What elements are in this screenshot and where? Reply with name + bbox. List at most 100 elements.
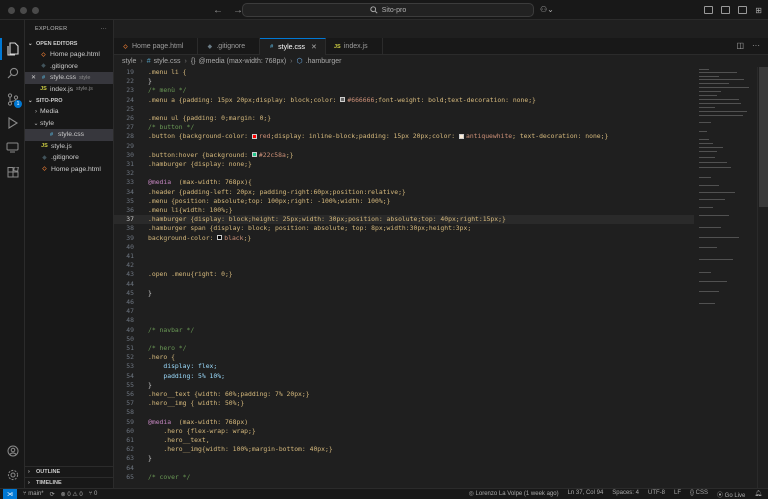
remote-indicator-icon[interactable]: ⋊ <box>3 488 17 499</box>
maximize-window-button[interactable] <box>32 6 39 14</box>
explorer-more-actions-icon[interactable]: ··· <box>101 26 107 32</box>
code-token: @media <box>148 178 172 187</box>
more-actions-icon[interactable]: ··· <box>752 41 760 50</box>
tab-home-page-html[interactable]: ◇ Home page.html <box>114 38 199 55</box>
account-icon[interactable] <box>0 440 25 462</box>
code-line: 26 .menu ul {padding: 0;margin: 0;} <box>114 114 694 123</box>
file-tree-item[interactable]: # style.css <box>25 129 113 141</box>
encoding[interactable]: UTF-8 <box>648 490 665 499</box>
color-swatch[interactable] <box>217 235 223 241</box>
minimap[interactable] <box>697 67 757 488</box>
branch-indicator[interactable]: ⑂ main* <box>23 491 44 497</box>
back-arrow-icon[interactable]: ← <box>213 5 223 16</box>
code-token: .hero__img { width: 50%;} <box>148 399 245 408</box>
explorer-activity-icon[interactable] <box>0 38 25 60</box>
split-editor-icon[interactable]: ◫ <box>736 41 744 50</box>
project-section[interactable]: ⌄ SITO-PRO <box>25 95 113 106</box>
indentation[interactable]: Spaces: 4 <box>612 490 639 499</box>
go-live-button[interactable]: ⦿ Go Live <box>717 490 745 499</box>
source-control-badge: 1 <box>14 100 22 108</box>
close-icon[interactable]: ✕ <box>311 43 317 51</box>
breadcrumb-folder[interactable]: style <box>122 58 136 65</box>
line-number: 40 <box>126 242 134 251</box>
source-control-activity-icon[interactable]: 1 <box>0 88 25 110</box>
cursor-position[interactable]: Ln 37, Col 94 <box>568 490 604 499</box>
folder-tree-item[interactable]: › Media <box>25 106 113 118</box>
line-number: 30 <box>126 150 134 159</box>
chevron-down-icon: ⌄ <box>33 120 39 127</box>
toggle-sidebar-icon[interactable] <box>704 6 714 14</box>
sync-icon[interactable]: ⟳ <box>50 491 55 498</box>
vertical-scrollbar[interactable] <box>757 67 768 488</box>
open-editor-item[interactable]: ◆ .gitignore <box>25 61 113 73</box>
open-editor-item[interactable]: ✕ # style.css style <box>25 72 113 84</box>
tab-index-js[interactable]: JS index.js <box>326 38 383 55</box>
line-number: 24 <box>126 95 134 104</box>
file-tree-item[interactable]: JS style.js <box>25 141 113 153</box>
code-text: padding: 5% 10%; <box>148 372 225 381</box>
line-number: 29 <box>126 141 134 150</box>
code-line: 56 .hero__text {width: 60%;padding: 7% 20… <box>114 390 694 399</box>
color-swatch[interactable] <box>458 133 464 139</box>
search-activity-icon[interactable] <box>0 62 25 84</box>
extensions-activity-icon[interactable] <box>0 162 25 184</box>
outline-section[interactable]: › OUTLINE <box>25 466 114 477</box>
line-number: 37 <box>126 215 134 224</box>
line-number: 31 <box>126 160 134 168</box>
copilot-icon[interactable]: ⚇⌄ <box>540 5 554 14</box>
open-editors-section[interactable]: ⌄ OPEN EDITORS <box>25 38 113 49</box>
color-swatch[interactable] <box>251 152 257 158</box>
code-token: ;display: inline-block;padding: 15px 20p… <box>270 132 459 141</box>
code-line: 53 display: flex; <box>114 362 694 371</box>
scrollbar-thumb[interactable] <box>759 67 768 207</box>
timeline-section[interactable]: › TIMELINE <box>25 477 114 488</box>
customize-layout-icon[interactable]: ⊞ <box>755 6 762 15</box>
open-editors-label: OPEN EDITORS <box>36 40 78 47</box>
search-icon <box>370 6 378 14</box>
code-editor[interactable]: 19 .menu li {22} 23/* menù */24 .menu a {pa… <box>114 67 768 488</box>
history-nav: ← → <box>213 0 243 20</box>
breadcrumb-selector[interactable]: .hamburger <box>306 58 342 65</box>
line-number: 63 <box>126 454 134 463</box>
line-ending[interactable]: LF <box>674 490 681 499</box>
code-line: 41 <box>114 252 694 261</box>
code-line: 27 /* button */ <box>114 123 694 132</box>
status-left: ⋊ ⑂ main* ⟳ ⊗ 0 ⚠ 0 ⑂ 0 <box>0 488 98 499</box>
tab--gitignore[interactable]: ◆ .gitignore <box>198 38 261 55</box>
open-editor-name: Home page.html <box>50 51 100 59</box>
folder-tree-item[interactable]: ⌄ style <box>25 118 113 130</box>
notifications-bell-icon[interactable]: 🔔︎ <box>754 490 762 499</box>
run-debug-activity-icon[interactable] <box>0 112 25 134</box>
file-tree-item[interactable]: ◆ .gitignore <box>25 152 113 164</box>
settings-gear-icon[interactable] <box>0 464 25 486</box>
breadcrumb-media-query[interactable]: @media (max-width: 768px) <box>199 58 287 65</box>
ports-indicator[interactable]: ⑂ 0 <box>89 491 98 497</box>
file-type-icon: JS <box>334 43 341 50</box>
color-swatch[interactable] <box>340 97 346 103</box>
toggle-secondary-sidebar-icon[interactable] <box>738 6 748 14</box>
close-icon[interactable]: ✕ <box>31 74 39 81</box>
color-swatch[interactable] <box>251 133 257 139</box>
code-token: ;font-weight: bold;text-decoration: none… <box>374 95 536 104</box>
sidebar-bottom-sections: › OUTLINE › TIMELINE <box>25 466 114 488</box>
open-editor-item[interactable]: JS index.js style.js <box>25 84 113 96</box>
tab-style-css[interactable]: # style.css ✕ <box>260 38 326 55</box>
open-editor-hint: style <box>79 74 91 81</box>
file-tree-item[interactable]: ◇ Home page.html <box>25 164 113 176</box>
breadcrumb-separator-icon: › <box>140 57 143 65</box>
editor-actions: ◫ ··· <box>736 41 760 50</box>
open-editor-item[interactable]: ◇ Home page.html <box>25 49 113 61</box>
problems-indicator[interactable]: ⊗ 0 ⚠ 0 <box>61 491 83 498</box>
file-type-icon: ◇ <box>123 43 128 50</box>
minimize-window-button[interactable] <box>20 6 27 14</box>
breadcrumb-file[interactable]: style.css <box>154 58 181 65</box>
git-blame[interactable]: ◎ Lorenzo La Volpe (1 week ago) <box>469 490 559 499</box>
git-blame-text: Lorenzo La Volpe (1 week ago) <box>475 490 559 497</box>
language-mode[interactable]: {} CSS <box>690 490 708 499</box>
remote-explorer-activity-icon[interactable] <box>0 136 25 158</box>
close-window-button[interactable] <box>8 6 15 14</box>
toggle-panel-icon[interactable] <box>721 6 731 14</box>
command-center[interactable]: Sito-pro <box>242 3 534 17</box>
code-text: .menu {position: absolute;top: 100px;rig… <box>148 197 390 206</box>
code-line: 43 .open .menu{right: 0;} <box>114 270 694 279</box>
